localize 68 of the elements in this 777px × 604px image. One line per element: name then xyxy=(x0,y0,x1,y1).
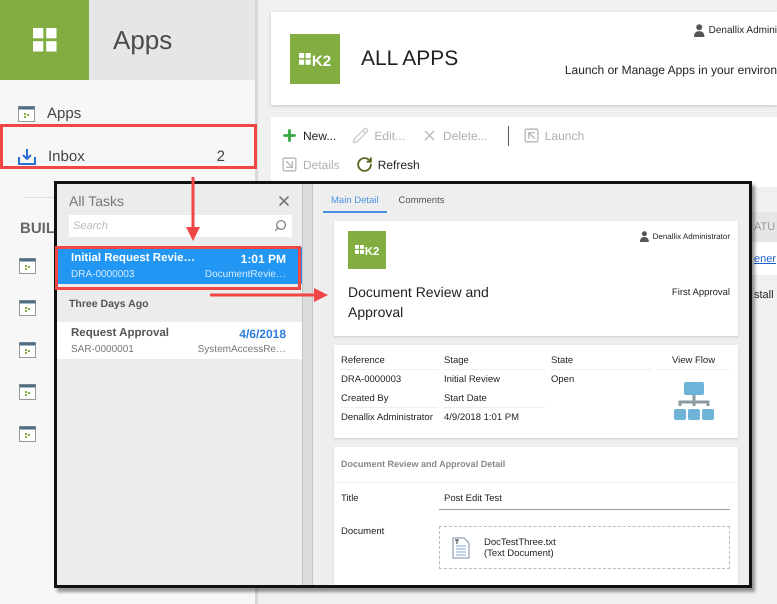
field-label: Document xyxy=(341,526,386,539)
apps-tile[interactable] xyxy=(0,0,89,80)
header-subtitle: Launch or Manage Apps in your environ xyxy=(564,63,777,77)
item-count: 2 xyxy=(216,148,225,165)
field-value: Open xyxy=(551,373,576,387)
app-icon xyxy=(18,106,35,122)
field-label: State xyxy=(551,355,651,370)
app-icon xyxy=(19,342,36,358)
field-value: Initial Review xyxy=(444,373,501,387)
activity-name: First Approval xyxy=(672,287,730,298)
k2-logo: K2 xyxy=(348,231,386,269)
arrow-square-icon xyxy=(522,127,540,144)
panel-title: All Tasks xyxy=(69,193,124,209)
inbox-icon xyxy=(18,148,36,165)
section-heading: Document Review and Approval Detail xyxy=(334,447,738,483)
field-label: Created By xyxy=(341,393,438,408)
search-field[interactable]: Search xyxy=(69,215,292,237)
field-label: Stage xyxy=(444,355,545,370)
app-icon xyxy=(19,300,36,316)
task-process: SystemAccessRe… xyxy=(198,344,286,355)
file-name: DocTestThree.txt xyxy=(484,536,556,548)
task-reference: SAR-0000001 xyxy=(71,344,134,355)
file-attachment[interactable]: DocTestThree.txt (Text Document) xyxy=(439,526,730,569)
task-title: Request Approval xyxy=(71,327,169,341)
task-process: DocumentRevie… xyxy=(204,269,286,280)
k2-logo: K2 xyxy=(290,34,340,84)
app-icon xyxy=(19,426,36,442)
pointer-arrow xyxy=(186,177,200,241)
field-label: Reference xyxy=(341,355,438,370)
refresh-icon xyxy=(356,156,373,173)
task-reference: DRA-0000003 xyxy=(71,269,134,280)
toolbar-button[interactable]: New... xyxy=(279,125,344,146)
file-type: (Text Document) xyxy=(484,548,555,558)
nav-item[interactable]: Apps xyxy=(47,105,225,122)
field-label: Start Date xyxy=(444,393,545,408)
nav-item[interactable]: Inbox xyxy=(48,148,205,165)
user-name: Denallix Administrator xyxy=(652,232,730,241)
grid-icon xyxy=(32,28,56,52)
task-time: 1:01 PM xyxy=(240,252,286,266)
hierarchy-icon[interactable] xyxy=(674,382,714,422)
user-name: Denallix Admini xyxy=(708,25,777,36)
table-cell: stall xyxy=(754,289,774,301)
arrow-square-icon xyxy=(281,156,298,173)
search-icon xyxy=(274,219,287,232)
field-label: Title xyxy=(341,493,360,506)
title-field[interactable]: Post Edit Test xyxy=(439,493,730,510)
section-heading: BUIL xyxy=(20,220,55,237)
page-title: Apps xyxy=(113,24,172,56)
task-time: 4/6/2018 xyxy=(239,327,286,341)
task-item[interactable]: Request Approval 4/6/2018 SAR-0000001 SystemAccessRe… xyxy=(57,322,302,359)
form-title: Document Review and Approval xyxy=(348,283,490,322)
task-title: Initial Request Revie… xyxy=(71,252,195,266)
document-icon xyxy=(452,536,470,558)
app-link[interactable]: ener xyxy=(754,252,776,264)
field-value: 4/9/2018 1:01 PM xyxy=(444,411,520,425)
tab[interactable]: Comments xyxy=(390,192,452,213)
header-title: ALL APPS xyxy=(361,46,458,70)
toolbar-button[interactable]: Refresh xyxy=(354,154,428,175)
user-icon xyxy=(694,24,705,37)
plus-icon xyxy=(281,127,298,144)
app-icon xyxy=(19,258,36,274)
field-value: Denallix Administrator xyxy=(341,411,434,425)
group-heading: Three Days Ago xyxy=(69,298,149,310)
field-value: DRA-0000003 xyxy=(341,373,402,387)
user-icon xyxy=(640,231,649,242)
app-icon xyxy=(19,384,36,400)
view-flow-label: View Flow xyxy=(657,355,730,370)
pencil-icon xyxy=(352,127,370,144)
